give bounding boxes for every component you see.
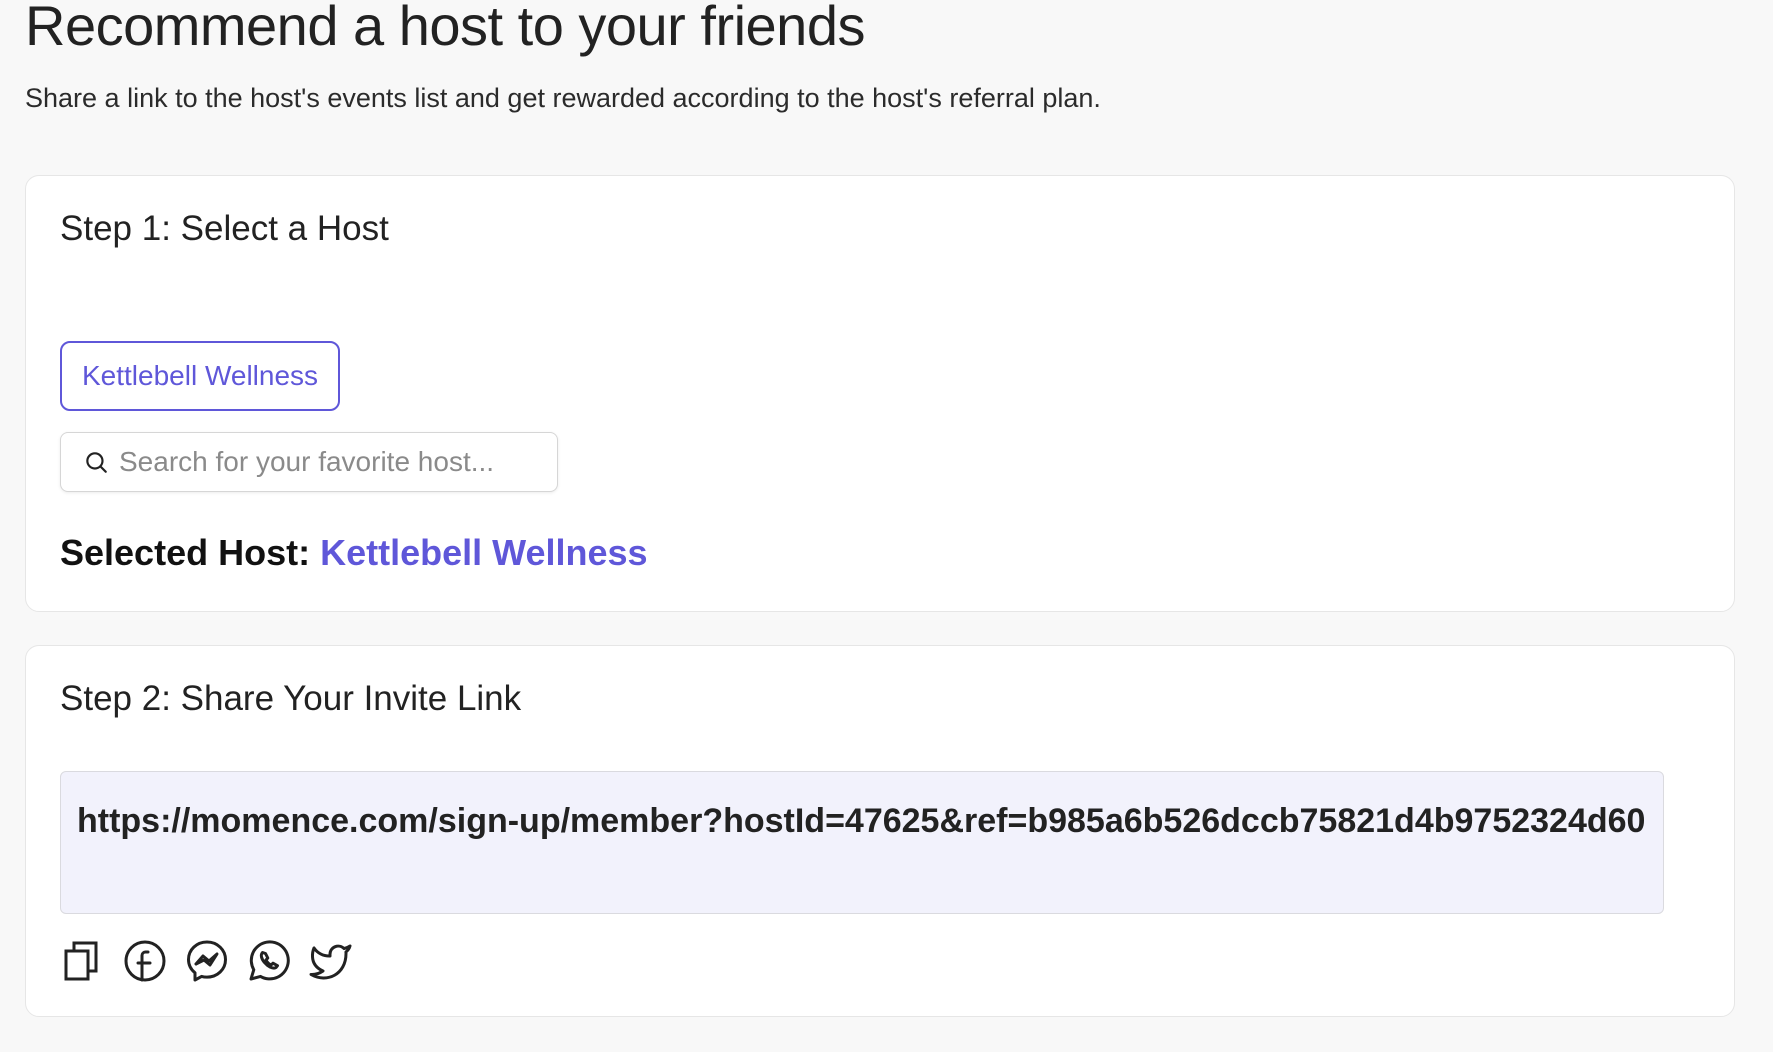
page-title: Recommend a host to your friends (25, 0, 865, 57)
selected-host-value: Kettlebell Wellness (320, 532, 648, 573)
host-chip-kettlebell-wellness[interactable]: Kettlebell Wellness (60, 341, 341, 411)
whatsapp-icon[interactable] (246, 938, 292, 984)
facebook-icon[interactable] (122, 938, 168, 984)
step2-heading: Step 2: Share Your Invite Link (60, 679, 522, 718)
step1-heading: Step 1: Select a Host (60, 209, 389, 248)
search-icon (86, 452, 107, 473)
messenger-icon[interactable] (184, 938, 230, 984)
step1-card: Step 1: Select a Host Kettlebell Wellnes… (25, 175, 1735, 612)
step2-card: Step 2: Share Your Invite Link https://m… (25, 645, 1735, 1017)
twitter-icon[interactable] (308, 938, 354, 984)
page-subtitle: Share a link to the host's events list a… (25, 83, 1101, 113)
invite-link-field[interactable]: https://momence.com/sign-up/member?hostI… (60, 771, 1664, 914)
host-search-input[interactable] (119, 446, 539, 478)
selected-host: Selected Host: Kettlebell Wellness (60, 531, 648, 575)
copy-icon[interactable] (60, 938, 106, 984)
host-search-box (60, 432, 558, 492)
selected-host-label: Selected Host: (60, 532, 311, 573)
share-icons-row (60, 938, 370, 984)
